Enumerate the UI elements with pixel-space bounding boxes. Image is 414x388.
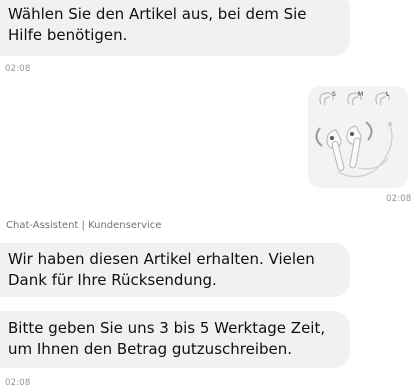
size-label-s: S	[332, 91, 336, 98]
bot-message-text: Bitte geben Sie uns 3 bis 5 Werktage Zei…	[8, 319, 326, 358]
bot-message-bubble: Wählen Sie den Artikel aus, bei dem Sie …	[0, 0, 350, 56]
bot-message-text: Wir haben diesen Artikel erhalten. Viele…	[8, 250, 315, 289]
size-label-m: M	[358, 91, 363, 98]
message-timestamp: 02:08	[386, 194, 412, 204]
sender-label: Chat-Assistent | Kundenservice	[6, 220, 162, 231]
bot-message-bubble: Bitte geben Sie uns 3 bis 5 Werktage Zei…	[0, 311, 350, 368]
product-image-card[interactable]: S M L	[308, 86, 408, 188]
earbuds-product-image: S M L	[315, 91, 393, 178]
bot-message-text: Wählen Sie den Artikel aus, bei dem Sie …	[8, 5, 307, 44]
earbud-right-icon	[346, 125, 362, 169]
message-timestamp: 02:08	[5, 64, 31, 74]
earbud-left-icon	[326, 129, 345, 172]
bot-message-bubble: Wir haben diesen Artikel erhalten. Viele…	[0, 243, 350, 297]
